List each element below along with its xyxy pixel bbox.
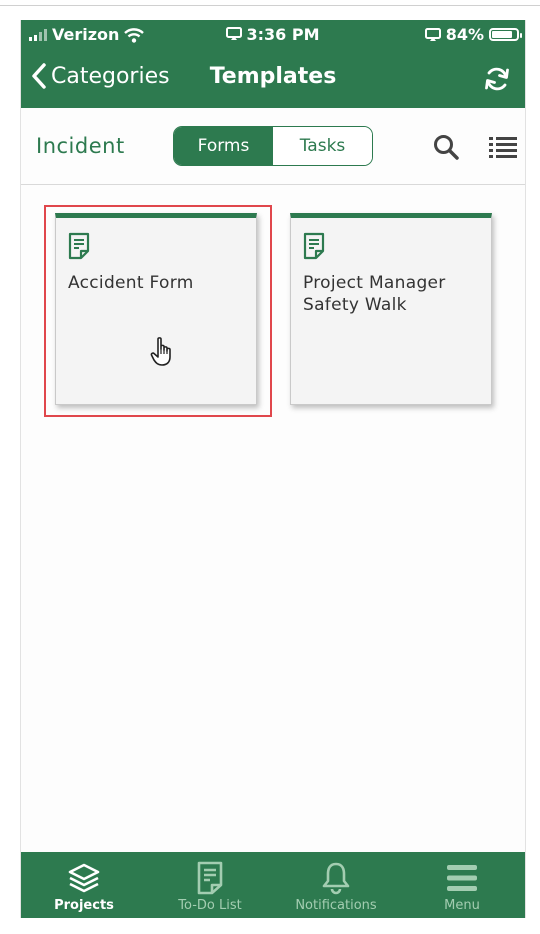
tab-to-do-list[interactable]: To-Do List — [147, 852, 273, 918]
battery-fill — [492, 31, 513, 38]
segment-forms[interactable]: Forms — [174, 127, 273, 165]
status-bar: Verizon 3:36 PM 84% — [21, 20, 525, 50]
tab-label: To-Do List — [178, 898, 242, 913]
template-card-project-manager-safety-walk[interactable]: Project Manager Safety Walk — [290, 213, 492, 405]
layers-icon — [68, 863, 100, 893]
tab-notifications[interactable]: Notifications — [273, 852, 399, 918]
screen-mirroring-icon — [424, 27, 441, 41]
bottom-tab-bar: Projects To-Do List Notifications Menu — [21, 852, 525, 918]
hand-pointer-cursor-icon — [150, 337, 171, 366]
battery-percent: 84% — [445, 25, 484, 44]
screen-mirroring-icon — [226, 27, 243, 40]
tab-projects[interactable]: Projects — [21, 852, 147, 918]
tab-menu[interactable]: Menu — [399, 852, 525, 918]
template-card-title: Project Manager Safety Walk — [303, 273, 446, 315]
refresh-button[interactable] — [483, 65, 511, 97]
tab-label: Projects — [54, 898, 114, 913]
category-title: Incident — [36, 134, 125, 158]
search-button[interactable] — [433, 134, 459, 164]
category-header: Incident Forms Tasks — [21, 108, 525, 185]
form-document-icon — [68, 232, 90, 260]
battery-icon — [489, 28, 522, 41]
refresh-icon — [485, 67, 509, 91]
search-icon — [434, 135, 459, 160]
list-view-icon — [489, 137, 517, 158]
bell-icon — [322, 862, 350, 895]
status-right: 84% — [424, 25, 522, 44]
segment-tasks[interactable]: Tasks — [273, 127, 372, 165]
template-card-title: Accident Form — [68, 273, 194, 293]
tab-label: Menu — [444, 898, 480, 913]
tab-label: Notifications — [295, 898, 377, 913]
window-frame-line — [0, 5, 540, 6]
todo-document-icon — [197, 861, 223, 895]
template-card-accident-form[interactable]: Accident Form — [55, 213, 257, 405]
back-label: Categories — [51, 63, 170, 89]
hamburger-menu-icon — [447, 865, 477, 891]
form-document-icon — [303, 232, 325, 260]
list-view-button[interactable] — [489, 136, 517, 162]
chevron-left-icon — [32, 63, 46, 89]
back-button[interactable]: Categories — [31, 63, 170, 89]
forms-tasks-segmented-control: Forms Tasks — [173, 126, 373, 166]
phone-screen: Verizon 3:36 PM 84% Categories Templates… — [20, 20, 526, 918]
navigation-bar: Categories Templates — [21, 50, 525, 108]
status-time: 3:36 PM — [246, 25, 320, 44]
